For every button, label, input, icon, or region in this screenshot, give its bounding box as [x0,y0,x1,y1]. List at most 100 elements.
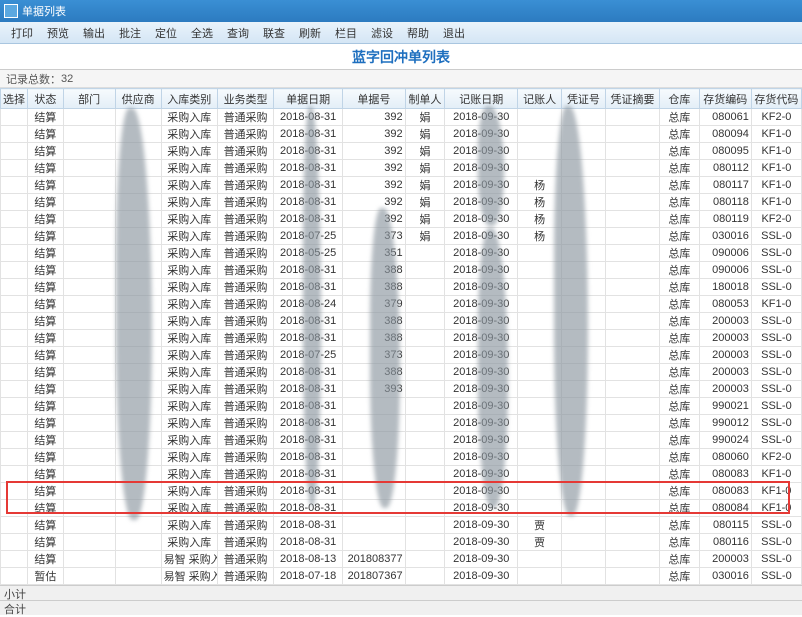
col-header[interactable]: 选择 [1,89,28,109]
cell [518,313,562,330]
col-header[interactable]: 凭证摘要 [605,89,659,109]
table-row[interactable]: 结算采购入库普通采购2018-08-312018-09-30总库990024SS… [1,432,802,449]
table-row[interactable]: 结算采购入库普通采购2018-05-253512018-09-30总库09000… [1,245,802,262]
menu-item-11[interactable]: 帮助 [400,25,436,41]
table-row[interactable]: 结算采购入库普通采购2018-08-243792018-09-30总库08005… [1,296,802,313]
table-row[interactable]: 结算采购入库普通采购2018-08-313882018-09-30总库20000… [1,313,802,330]
cell: 普通采购 [217,194,273,211]
cell: 2018-09-30 [445,347,518,364]
col-header[interactable]: 业务类型 [217,89,273,109]
table-row[interactable]: 结算采购入库普通采购2018-08-31392娟2018-09-30总库0800… [1,126,802,143]
table-row[interactable]: 结算采购入库普通采购2018-08-312018-09-30贾总库080115S… [1,517,802,534]
col-header[interactable]: 存货编码 [699,89,751,109]
table-row[interactable]: 结算采购入库普通采购2018-08-31392娟2018-09-30杨总库080… [1,211,802,228]
table-row[interactable]: 结算采购入库普通采购2018-08-313882018-09-30总库20000… [1,330,802,347]
cell [1,228,28,245]
cell [605,245,659,262]
table-row[interactable]: 结算采购入库普通采购2018-08-312018-09-30总库080083KF… [1,483,802,500]
col-header[interactable]: 存货代码 [751,89,801,109]
table-row[interactable]: 结算采购入库普通采购2018-07-253732018-09-30总库20000… [1,347,802,364]
cell: 结算 [28,415,63,432]
cell [115,143,161,160]
menu-item-10[interactable]: 滤设 [364,25,400,41]
footer-total: 合计 [0,600,802,615]
cell: 结算 [28,194,63,211]
cell [1,194,28,211]
cell [63,262,115,279]
table-row[interactable]: 结算采购入库普通采购2018-08-31392娟2018-09-30总库0800… [1,143,802,160]
col-header[interactable]: 记账日期 [445,89,518,109]
menu-item-7[interactable]: 联查 [256,25,292,41]
cell [562,347,606,364]
data-table[interactable]: 选择状态部门供应商入库类别业务类型单据日期单据号制单人记账日期记账人凭证号凭证摘… [0,88,802,585]
cell: 090006 [699,262,751,279]
cell [518,415,562,432]
table-row[interactable]: 结算采购入库普通采购2018-08-313932018-09-30总库20000… [1,381,802,398]
col-header[interactable]: 记账人 [518,89,562,109]
cell [605,364,659,381]
menu-item-3[interactable]: 批注 [112,25,148,41]
menu-item-1[interactable]: 预览 [40,25,76,41]
cell: 2018-09-30 [445,143,518,160]
cell [405,500,445,517]
window-titlebar: 单据列表 [0,0,802,22]
table-row[interactable]: 结算采购入库普通采购2018-08-312018-09-30总库080083KF… [1,466,802,483]
cell: 结算 [28,160,63,177]
col-header[interactable]: 部门 [63,89,115,109]
cell [63,347,115,364]
table-row[interactable]: 结算采购入库普通采购2018-08-31392娟2018-09-30总库0801… [1,160,802,177]
col-header[interactable]: 单据日期 [274,89,343,109]
menu-item-8[interactable]: 刷新 [292,25,328,41]
table-row[interactable]: 结算采购入库普通采购2018-07-25373娟2018-09-30杨总库030… [1,228,802,245]
col-header[interactable]: 仓库 [660,89,700,109]
cell [605,109,659,126]
menu-item-0[interactable]: 打印 [4,25,40,41]
menu-item-9[interactable]: 栏目 [328,25,364,41]
cell [63,296,115,313]
menu-item-5[interactable]: 全选 [184,25,220,41]
cell: 388 [343,279,406,296]
data-grid[interactable]: 选择状态部门供应商入库类别业务类型单据日期单据号制单人记账日期记账人凭证号凭证摘… [0,88,802,585]
cell [518,381,562,398]
table-row[interactable]: 结算采购入库普通采购2018-08-312018-09-30总库990012SS… [1,415,802,432]
cell [605,296,659,313]
menu-item-12[interactable]: 退出 [436,25,472,41]
cell: 采购入库 [161,126,217,143]
cell [605,500,659,517]
menu-item-4[interactable]: 定位 [148,25,184,41]
cell: 2018-09-30 [445,262,518,279]
col-header[interactable]: 制单人 [405,89,445,109]
col-header[interactable]: 单据号 [343,89,406,109]
table-row[interactable]: 结算采购入库普通采购2018-08-31392娟2018-09-30杨总库080… [1,177,802,194]
cell [562,194,606,211]
col-header[interactable]: 凭证号 [562,89,606,109]
cell: 180018 [699,279,751,296]
cell: KF2-0 [751,449,801,466]
table-row[interactable]: 结算采购入库普通采购2018-08-313882018-09-30总库20000… [1,364,802,381]
table-row[interactable]: 暂估易智 采购入库普通采购2018-07-182018073672018-09-… [1,568,802,585]
cell: 总库 [660,500,700,517]
cell: 采购入库 [161,194,217,211]
table-row[interactable]: 结算采购入库普通采购2018-08-31392娟2018-09-30总库0800… [1,109,802,126]
table-row[interactable]: 结算采购入库普通采购2018-08-312018-09-30总库990021SS… [1,398,802,415]
col-header[interactable]: 状态 [28,89,63,109]
col-header[interactable]: 入库类别 [161,89,217,109]
cell [405,534,445,551]
menu-item-6[interactable]: 查询 [220,25,256,41]
table-row[interactable]: 结算采购入库普通采购2018-08-313882018-09-30总库18001… [1,279,802,296]
table-row[interactable]: 结算采购入库普通采购2018-08-312018-09-30总库080084KF… [1,500,802,517]
cell: 080116 [699,534,751,551]
table-row[interactable]: 结算易智 采购入库普通采购2018-08-132018083772018-09-… [1,551,802,568]
cell [405,313,445,330]
cell [405,415,445,432]
cell: 080115 [699,517,751,534]
col-header[interactable]: 供应商 [115,89,161,109]
cell: 总库 [660,415,700,432]
table-row[interactable]: 结算采购入库普通采购2018-08-312018-09-30贾总库080116S… [1,534,802,551]
cell [63,160,115,177]
cell [405,347,445,364]
table-row[interactable]: 结算采购入库普通采购2018-08-31392娟2018-09-30杨总库080… [1,194,802,211]
table-row[interactable]: 结算采购入库普通采购2018-08-313882018-09-30总库09000… [1,262,802,279]
menu-item-2[interactable]: 输出 [76,25,112,41]
table-row[interactable]: 结算采购入库普通采购2018-08-312018-09-30总库080060KF… [1,449,802,466]
